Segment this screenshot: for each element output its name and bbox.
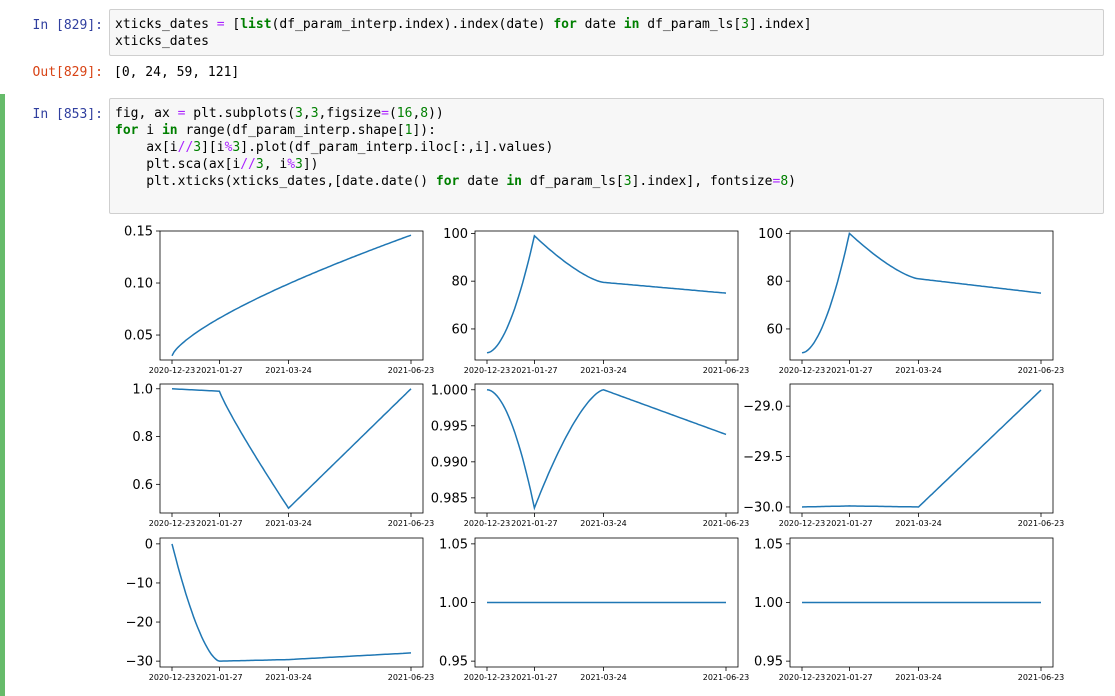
subplot-7: 2020-12-23 2021-01-27 2021-03-24 2021-06-23… (126, 537, 435, 682)
y-tick-label: 0.995 (431, 419, 468, 434)
subplots-figure: 2020-12-23 2021-01-27 2021-03-24 2021-06-23… (124, 225, 1065, 683)
x-tick-label: 2021-06-23 (1018, 519, 1065, 528)
x-tick-label: 2021-01-27 (511, 519, 558, 528)
x-tick-label: 2021-01-27 (511, 673, 558, 682)
y-tick-label: 0.8 (132, 430, 153, 445)
axes-frame (474, 230, 739, 361)
x-tick-label: 2021-01-27 (826, 519, 873, 528)
x-tick-label: 2021-06-23 (1018, 366, 1065, 375)
x-tick-label: 2021-06-23 (388, 673, 435, 682)
x-tick-label: 2020-12-23 (779, 673, 826, 682)
y-tick-label: 0 (145, 537, 153, 552)
x-tick-label: 2021-06-23 (703, 519, 750, 528)
x-tick-label: 2021-01-27 (826, 673, 873, 682)
y-tick-label: 0.6 (132, 478, 153, 493)
subplot-6: 2020-12-23 2021-01-27 2021-03-24 2021-06-23… (743, 383, 1065, 528)
y-tick-label: −29.5 (743, 450, 783, 465)
y-tick-label: −10 (126, 576, 153, 591)
y-tick-label: 60 (766, 322, 783, 337)
axes-frame (159, 537, 424, 668)
y-tick-label: 1.00 (754, 596, 783, 611)
y-tick-label: 1.000 (431, 383, 468, 398)
y-tick-label: 0.15 (124, 225, 153, 240)
x-tick-label: 2021-06-23 (703, 366, 750, 375)
y-tick-label: 1.05 (754, 537, 783, 552)
y-tick-label: 0.05 (124, 329, 153, 344)
y-tick-label: 80 (766, 275, 783, 290)
series-line (486, 389, 727, 511)
x-tick-label: 2020-12-23 (779, 366, 826, 375)
series-line (171, 388, 412, 510)
y-tick-label: −30.0 (743, 500, 783, 515)
y-tick-label: −20 (126, 616, 153, 631)
series-line (801, 389, 1042, 508)
series-line (171, 543, 412, 662)
subplot-4: 2020-12-23 2021-01-27 2021-03-24 2021-06-23… (132, 382, 434, 528)
y-tick-label: 100 (758, 227, 783, 242)
subplot-2: 2020-12-23 2021-01-27 2021-03-24 2021-06-23… (443, 227, 749, 375)
series-line (486, 234, 727, 354)
x-tick-label: 2021-01-27 (196, 673, 243, 682)
y-tick-label: −29.0 (743, 400, 783, 415)
x-tick-label: 2021-03-24 (895, 519, 942, 528)
y-tick-label: 1.00 (439, 596, 468, 611)
x-tick-label: 2021-03-24 (895, 673, 942, 682)
subplot-3: 2020-12-23 2021-01-27 2021-03-24 2021-06-23… (758, 227, 1064, 375)
axes-frame (789, 383, 1054, 514)
x-tick-label: 2021-06-23 (1018, 673, 1065, 682)
axes-frame (159, 383, 424, 514)
subplot-9: 2020-12-23 2021-01-27 2021-03-24 2021-06-23… (754, 537, 1064, 682)
axes-frame (159, 230, 424, 361)
y-tick-label: 100 (443, 227, 468, 242)
x-tick-label: 2021-01-27 (196, 519, 243, 528)
x-tick-label: 2021-01-27 (511, 366, 558, 375)
y-tick-label: 1.0 (132, 382, 153, 397)
x-tick-label: 2021-03-24 (580, 366, 627, 375)
x-tick-label: 2020-12-23 (149, 366, 196, 375)
y-tick-label: 0.95 (754, 655, 783, 670)
y-tick-label: 0.990 (431, 455, 468, 470)
subplot-1: 2020-12-23 2021-01-27 2021-03-24 2021-06-23… (124, 225, 434, 376)
y-tick-label: 80 (451, 275, 468, 290)
x-tick-label: 2021-03-24 (265, 366, 312, 375)
axes-frame (474, 383, 739, 514)
x-tick-label: 2021-03-24 (580, 519, 627, 528)
x-tick-label: 2020-12-23 (149, 519, 196, 528)
x-tick-label: 2021-06-23 (388, 366, 435, 375)
x-tick-label: 2020-12-23 (464, 673, 511, 682)
x-tick-label: 2020-12-23 (149, 673, 196, 682)
x-tick-label: 2021-06-23 (388, 519, 435, 528)
x-tick-label: 2021-01-27 (196, 366, 243, 375)
y-tick-label: 0.985 (431, 491, 468, 506)
x-tick-label: 2020-12-23 (779, 519, 826, 528)
x-tick-label: 2021-03-24 (895, 366, 942, 375)
axes-frame (789, 230, 1054, 361)
y-tick-label: 1.05 (439, 537, 468, 552)
series-line (801, 231, 1042, 354)
y-tick-label: 0.95 (439, 655, 468, 670)
x-tick-label: 2021-03-24 (265, 519, 312, 528)
y-tick-label: −30 (126, 655, 153, 670)
y-tick-label: 0.10 (124, 277, 153, 292)
y-tick-label: 60 (451, 322, 468, 337)
x-tick-label: 2021-01-27 (826, 366, 873, 375)
x-tick-label: 2021-03-24 (580, 673, 627, 682)
x-tick-label: 2021-03-24 (265, 673, 312, 682)
subplot-5: 2020-12-23 2021-01-27 2021-03-24 2021-06-23… (431, 383, 749, 528)
x-tick-label: 2021-06-23 (703, 673, 750, 682)
series-line (171, 234, 412, 357)
x-tick-label: 2020-12-23 (464, 366, 511, 375)
subplot-8: 2020-12-23 2021-01-27 2021-03-24 2021-06-23… (439, 537, 749, 682)
x-tick-label: 2020-12-23 (464, 519, 511, 528)
